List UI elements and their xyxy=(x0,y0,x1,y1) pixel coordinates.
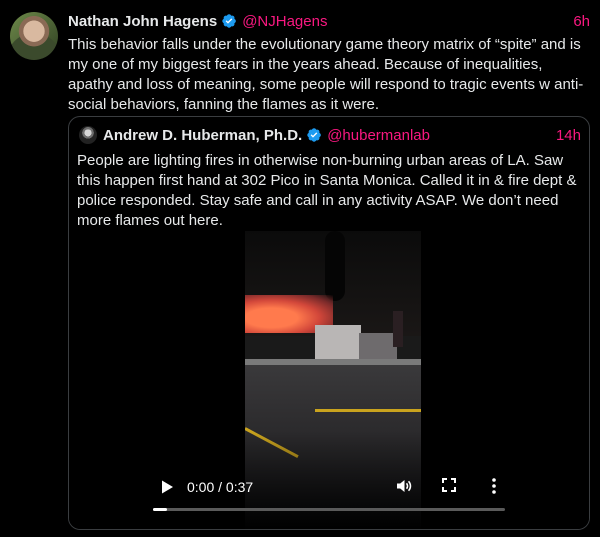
more-options-icon[interactable] xyxy=(491,477,497,495)
video-controls: 0:00 / 0:37 xyxy=(145,469,513,519)
volume-icon[interactable] xyxy=(395,477,413,495)
quote-header: Andrew D. Huberman, Ph.D. @hubermanlab 1… xyxy=(103,126,581,144)
timestamp[interactable]: 6h xyxy=(573,13,590,30)
tweet-header: Nathan John Hagens @NJHagens 6h xyxy=(68,11,590,31)
video-player[interactable]: 0:00 / 0:37 xyxy=(69,231,589,529)
avatar[interactable] xyxy=(10,12,58,60)
verified-badge-icon xyxy=(221,13,237,29)
quote-author-name[interactable]: Andrew D. Huberman, Ph.D. xyxy=(103,127,302,144)
video-progress-fill xyxy=(153,508,168,511)
video-progress-bar[interactable] xyxy=(153,508,505,511)
verified-badge-icon xyxy=(306,127,322,143)
video-scene-road-line xyxy=(315,409,421,412)
video-scene-curb xyxy=(245,359,421,365)
quoted-tweet[interactable]: Andrew D. Huberman, Ph.D. @hubermanlab 1… xyxy=(68,116,590,530)
fullscreen-icon[interactable] xyxy=(441,477,457,493)
quote-author-handle[interactable]: @hubermanlab xyxy=(327,127,430,144)
quote-text: People are lighting fires in otherwise n… xyxy=(77,152,577,229)
author-handle[interactable]: @NJHagens xyxy=(242,13,327,30)
quote-avatar[interactable] xyxy=(79,126,97,144)
tweet-text: This behavior falls under the evolutiona… xyxy=(68,36,584,113)
author-name[interactable]: Nathan John Hagens xyxy=(68,13,217,30)
video-scene-person xyxy=(393,311,403,347)
video-time: 0:00 / 0:37 xyxy=(187,479,254,495)
video-scene-tree xyxy=(325,231,345,301)
quote-timestamp[interactable]: 14h xyxy=(556,127,581,144)
play-icon[interactable] xyxy=(159,479,175,495)
tweet: Nathan John Hagens @NJHagens 6h This beh… xyxy=(0,0,600,537)
video-scene-wall-2 xyxy=(359,333,397,359)
